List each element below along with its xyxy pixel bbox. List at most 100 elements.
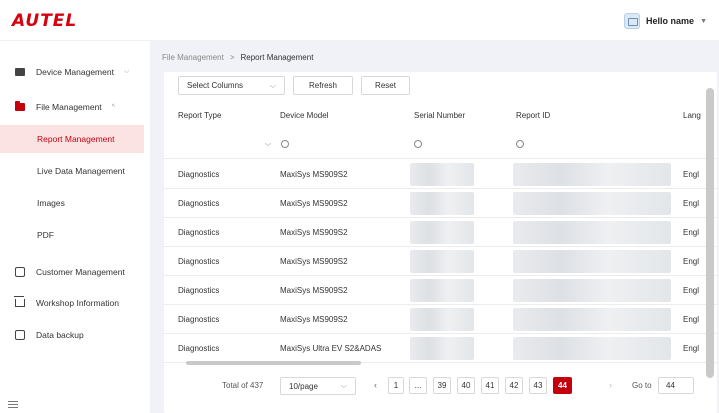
cell-report-type: Diagnostics	[178, 257, 220, 266]
main-content: File Management > Report Management Select…	[150, 41, 719, 413]
sidebar-subitem-pdf[interactable]: PDF	[0, 221, 150, 249]
cell-device-model: MaxiSys MS909S2	[280, 257, 348, 266]
user-name[interactable]: Hello name	[646, 16, 694, 26]
horizontal-scrollbar[interactable]	[186, 361, 361, 365]
refresh-button[interactable]: Refresh	[293, 76, 353, 95]
page-button[interactable]: 40	[457, 377, 475, 394]
cell-language: Engl	[683, 315, 700, 324]
sidebar-item-workshop-information[interactable]: Workshop Information	[0, 289, 150, 317]
caret-down-icon[interactable]: ▼	[700, 18, 707, 25]
table-header: Report Type Device Model Serial Number R…	[164, 100, 717, 130]
cell-device-model: MaxiSys MS909S2	[280, 228, 348, 237]
cell-device-model: MaxiSys MS909S2	[280, 315, 348, 324]
report-table-card: Select Columns ⌵ Refresh Reset Report Ty…	[164, 72, 717, 413]
sidebar: Device Management ⌵ File Management ^ Re…	[0, 41, 150, 413]
page-button[interactable]: 1	[388, 377, 404, 394]
page-button[interactable]: 42	[505, 377, 523, 394]
column-header-language[interactable]: Lang	[683, 111, 701, 120]
page-button[interactable]: 41	[481, 377, 499, 394]
serial-number-redacted	[410, 279, 474, 302]
chevron-down-icon: ⌵	[340, 381, 347, 390]
cell-report-type: Diagnostics	[178, 199, 220, 208]
pagination: Total of 437 10/page ⌵ ‹ 1 ... 39 40 41 …	[164, 374, 717, 398]
serial-number-redacted	[410, 163, 474, 186]
report-id-redacted	[513, 250, 671, 273]
top-bar: AUTEL Hello name ▼	[0, 0, 719, 41]
serial-number-redacted	[410, 250, 474, 273]
column-header-device-model[interactable]: Device Model	[280, 111, 328, 120]
cell-report-type: Diagnostics	[178, 170, 220, 179]
user-menu[interactable]: Hello name ▼	[624, 13, 707, 29]
cell-report-type: Diagnostics	[178, 315, 220, 324]
column-header-report-id[interactable]: Report ID	[516, 111, 550, 120]
page-button-current[interactable]: 44	[553, 377, 572, 394]
breadcrumb-current: Report Management	[240, 53, 314, 62]
sidebar-item-label: Workshop Information	[36, 298, 119, 308]
table-row[interactable]: Diagnostics MaxiSys MS909S2 Engl	[164, 189, 717, 218]
column-header-serial-number[interactable]: Serial Number	[414, 111, 465, 120]
goto-page-input[interactable]: 44	[658, 377, 694, 394]
vertical-scrollbar[interactable]	[706, 88, 714, 378]
user-card-icon	[624, 13, 641, 29]
sidebar-item-label: File Management	[36, 102, 102, 112]
table-row[interactable]: Diagnostics MaxiSys MS909S2 Engl	[164, 305, 717, 334]
cell-language: Engl	[683, 199, 700, 208]
serial-number-search-icon[interactable]	[414, 140, 422, 148]
table-row[interactable]: Diagnostics MaxiSys Ultra EV S2&ADAS Eng…	[164, 334, 717, 363]
cell-report-type: Diagnostics	[178, 228, 220, 237]
table-row[interactable]: Diagnostics MaxiSys MS909S2 Engl	[164, 247, 717, 276]
sidebar-item-data-backup[interactable]: Data backup	[0, 321, 150, 349]
folder-icon	[15, 101, 25, 111]
table-row[interactable]: Diagnostics MaxiSys MS909S2 Engl	[164, 276, 717, 305]
report-id-redacted	[513, 308, 671, 331]
cell-report-type: Diagnostics	[178, 286, 220, 295]
sidebar-subitem-images[interactable]: Images	[0, 189, 150, 217]
cell-language: Engl	[683, 170, 700, 179]
page-size-select[interactable]: 10/page ⌵	[280, 377, 356, 395]
menu-toggle-icon[interactable]	[8, 401, 18, 408]
autel-logo[interactable]: AUTEL	[12, 11, 77, 31]
report-type-filter-chevron-icon[interactable]: ⌵	[265, 139, 271, 149]
serial-number-redacted	[410, 192, 474, 215]
serial-number-redacted	[410, 337, 474, 360]
sidebar-item-label: Data backup	[36, 330, 84, 340]
chevron-up-icon: ^	[111, 103, 115, 111]
sidebar-subitem-live-data-management[interactable]: Live Data Management	[0, 157, 150, 185]
sidebar-item-customer-management[interactable]: Customer Management	[0, 258, 150, 286]
page-button[interactable]: 39	[433, 377, 451, 394]
prev-page-icon[interactable]: ‹	[374, 380, 377, 390]
page-button[interactable]: 43	[529, 377, 547, 394]
sidebar-item-file-management[interactable]: File Management ^	[0, 93, 150, 121]
serial-number-redacted	[410, 221, 474, 244]
device-icon	[15, 68, 25, 76]
device-model-search-icon[interactable]	[281, 140, 289, 148]
select-columns-dropdown[interactable]: Select Columns ⌵	[178, 76, 285, 95]
report-id-search-icon[interactable]	[516, 140, 524, 148]
page-ellipsis-button[interactable]: ...	[409, 377, 427, 394]
cell-language: Engl	[683, 228, 700, 237]
report-id-redacted	[513, 192, 671, 215]
report-id-redacted	[513, 279, 671, 302]
cell-device-model: MaxiSys MS909S2	[280, 199, 348, 208]
select-columns-label: Select Columns	[187, 81, 244, 90]
cell-device-model: MaxiSys MS909S2	[280, 286, 348, 295]
report-id-redacted	[513, 163, 671, 186]
reset-button[interactable]: Reset	[361, 76, 410, 95]
sidebar-subitem-report-management[interactable]: Report Management	[0, 125, 144, 153]
column-header-report-type[interactable]: Report Type	[178, 111, 221, 120]
sidebar-item-label: Customer Management	[36, 267, 125, 277]
breadcrumb: File Management > Report Management	[162, 53, 313, 62]
breadcrumb-parent[interactable]: File Management	[162, 53, 224, 62]
chevron-down-icon: ⌵	[123, 68, 130, 75]
report-id-redacted	[513, 221, 671, 244]
table-row[interactable]: Diagnostics MaxiSys MS909S2 Engl	[164, 160, 717, 189]
cell-language: Engl	[683, 257, 700, 266]
next-page-icon[interactable]: ›	[609, 380, 612, 390]
goto-label: Go to	[632, 381, 652, 390]
table-row[interactable]: Diagnostics MaxiSys MS909S2 Engl	[164, 218, 717, 247]
page-size-value: 10/page	[289, 381, 318, 391]
chevron-down-icon: ⌵	[269, 80, 276, 90]
report-id-redacted	[513, 337, 671, 360]
sidebar-item-device-management[interactable]: Device Management ⌵	[0, 58, 150, 86]
filter-row: ⌵	[164, 130, 717, 159]
